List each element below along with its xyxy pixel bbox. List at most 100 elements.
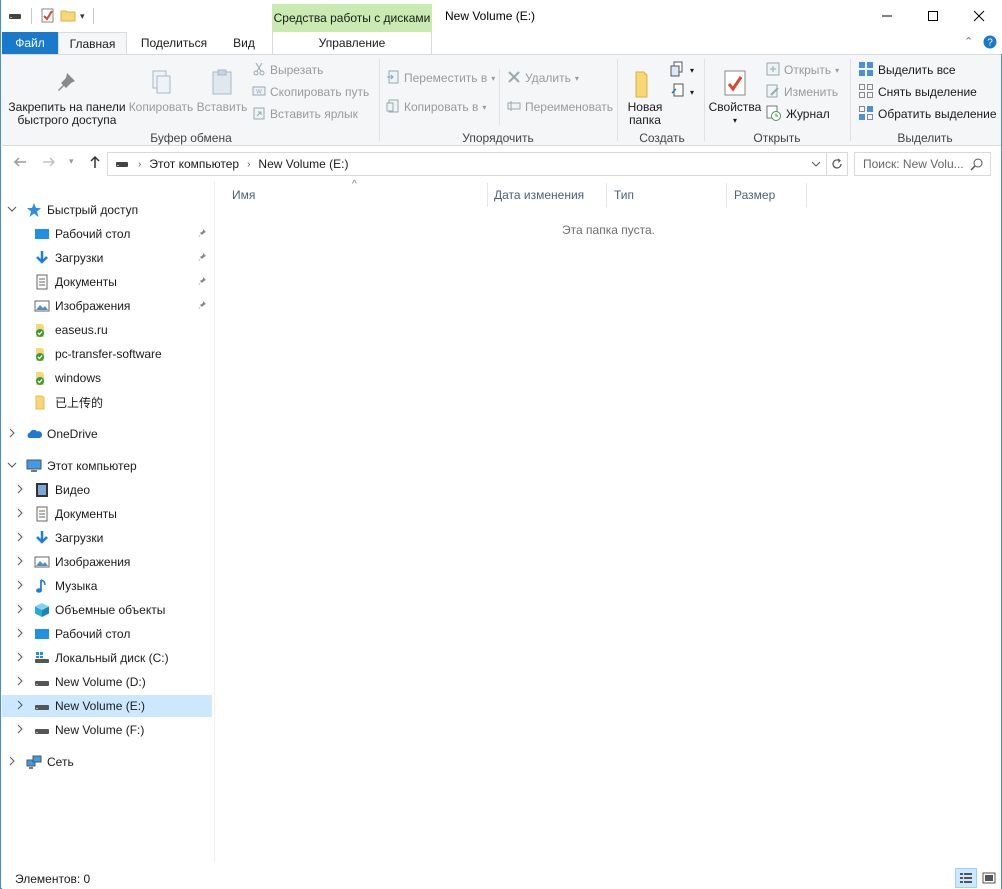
expand-chevron-icon[interactable] xyxy=(15,532,25,545)
tree-item-documents[interactable]: Документы xyxy=(2,271,212,293)
collapse-chevron-icon[interactable] xyxy=(7,460,17,473)
tree-item-windows[interactable]: windows xyxy=(2,367,212,389)
maximize-button[interactable] xyxy=(910,0,956,32)
tab-home[interactable]: Главная xyxy=(58,32,127,55)
search-input[interactable]: Поиск: New Volu... xyxy=(863,157,964,171)
expand-chevron-icon[interactable] xyxy=(15,700,25,713)
tab-view[interactable]: Вид xyxy=(223,32,265,54)
breadcrumb-chevron-icon[interactable]: › xyxy=(247,159,250,170)
tree-item-pictures-pc[interactable]: Изображения xyxy=(2,551,212,573)
copy-to-button[interactable]: Копировать в ▾ xyxy=(386,98,486,116)
expand-chevron-icon[interactable] xyxy=(7,428,17,441)
tree-item-drive-d[interactable]: New Volume (D:) xyxy=(2,671,212,693)
expand-chevron-icon[interactable] xyxy=(15,628,25,641)
cut-button[interactable]: Вырезать xyxy=(252,61,323,79)
tab-share[interactable]: Поделиться xyxy=(133,32,215,54)
minimize-button[interactable] xyxy=(864,0,910,32)
expand-chevron-icon[interactable] xyxy=(15,556,25,569)
breadcrumb-this-pc[interactable]: Этот компьютер xyxy=(149,157,239,171)
tree-item-drive-c[interactable]: Локальный диск (C:) xyxy=(2,647,212,669)
history-button[interactable]: Журнал xyxy=(766,105,830,123)
address-history-dropdown-icon[interactable] xyxy=(811,156,821,175)
tree-item-3d-objects[interactable]: Объемные объекты xyxy=(2,599,212,621)
close-button[interactable] xyxy=(956,0,1002,32)
address-bar[interactable]: › Этот компьютер › New Volume (E:) xyxy=(107,152,827,176)
tree-item-pc-transfer-software[interactable]: pc-transfer-software xyxy=(2,343,212,365)
forward-button[interactable] xyxy=(42,155,56,172)
tab-file[interactable]: Файл xyxy=(2,32,58,54)
column-separator[interactable] xyxy=(806,183,807,207)
delete-button[interactable]: Удалить ▾ xyxy=(507,69,579,87)
properties-icon[interactable] xyxy=(40,7,56,26)
back-button[interactable] xyxy=(13,155,27,172)
tab-manage[interactable]: Управление xyxy=(273,32,431,54)
column-separator[interactable] xyxy=(606,183,607,207)
tree-quick-access[interactable]: Быстрый доступ xyxy=(2,199,212,221)
column-separator[interactable] xyxy=(726,183,727,207)
expand-chevron-icon[interactable] xyxy=(7,756,17,769)
new-folder-button[interactable]: Новая папка xyxy=(622,65,668,127)
easy-access-button[interactable]: ▾ xyxy=(670,83,694,101)
expand-chevron-icon[interactable] xyxy=(15,604,25,617)
tree-item-desktop[interactable]: Рабочий стол xyxy=(2,223,212,245)
pin-icon[interactable] xyxy=(198,228,208,241)
select-all-button[interactable]: Выделить все xyxy=(858,61,956,79)
tree-network[interactable]: Сеть xyxy=(2,751,212,773)
customize-qat-icon[interactable]: ▾ xyxy=(80,11,85,22)
copy-button[interactable]: Копировать xyxy=(128,65,194,114)
search-box[interactable]: Поиск: New Volu... xyxy=(854,152,991,176)
recent-locations-icon[interactable]: ▾ xyxy=(69,156,74,167)
column-header-name[interactable]: Имя xyxy=(230,183,486,207)
expand-chevron-icon[interactable] xyxy=(15,652,25,665)
column-header-size[interactable]: Размер xyxy=(732,183,806,207)
help-icon[interactable]: ? xyxy=(983,35,997,52)
expand-chevron-icon[interactable] xyxy=(15,676,25,689)
open-button[interactable]: Открыть ▾ xyxy=(766,61,839,79)
tree-item-documents-pc[interactable]: Документы xyxy=(2,503,212,525)
column-header-date[interactable]: Дата изменения xyxy=(492,183,606,207)
collapse-chevron-icon[interactable] xyxy=(7,204,17,217)
pin-icon[interactable] xyxy=(198,252,208,265)
pin-icon[interactable] xyxy=(198,300,208,313)
invert-selection-button[interactable]: Обратить выделение xyxy=(858,105,997,123)
pin-quick-access-button[interactable]: Закрепить на панели быстрого доступа xyxy=(6,65,128,127)
breadcrumb-new-volume-e[interactable]: New Volume (E:) xyxy=(258,157,348,171)
column-header-type[interactable]: Тип xyxy=(612,183,726,207)
expand-chevron-icon[interactable] xyxy=(15,508,25,521)
edit-button[interactable]: Изменить xyxy=(766,83,838,101)
select-none-button[interactable]: Снять выделение xyxy=(858,83,977,101)
tree-item-drive-f[interactable]: New Volume (F:) xyxy=(2,719,212,741)
tree-item-easeus[interactable]: easeus.ru xyxy=(2,319,212,341)
paste-shortcut-button[interactable]: Вставить ярлык xyxy=(252,105,358,123)
rename-button[interactable]: Переименовать xyxy=(507,98,613,116)
up-button[interactable] xyxy=(88,155,102,172)
tree-item-uploaded[interactable]: 已上传的 xyxy=(2,391,212,413)
file-list[interactable]: ^ Имя Дата изменения Тип Размер Эта папк… xyxy=(216,179,1001,863)
details-view-button[interactable] xyxy=(955,868,977,888)
expand-chevron-icon[interactable] xyxy=(15,580,25,593)
new-item-button[interactable]: ▾ xyxy=(670,61,694,79)
column-separator[interactable] xyxy=(487,183,488,207)
new-folder-icon[interactable] xyxy=(60,7,76,26)
tree-this-pc[interactable]: Этот компьютер xyxy=(2,455,212,477)
move-to-button[interactable]: Переместить в ▾ xyxy=(386,69,495,87)
tree-item-downloads[interactable]: Загрузки xyxy=(2,247,212,269)
breadcrumb-chevron-icon[interactable]: › xyxy=(138,159,141,170)
tree-onedrive[interactable]: OneDrive xyxy=(2,423,212,445)
collapse-ribbon-icon[interactable]: ⌃ xyxy=(964,35,973,48)
refresh-button[interactable] xyxy=(826,152,848,176)
pin-icon[interactable] xyxy=(198,276,208,289)
tree-item-drive-e[interactable]: New Volume (E:) xyxy=(2,695,212,717)
copy-path-button[interactable]: W Скопировать путь xyxy=(252,83,369,101)
tree-item-music[interactable]: Музыка xyxy=(2,575,212,597)
tree-item-desktop-pc[interactable]: Рабочий стол xyxy=(2,623,212,645)
properties-button[interactable]: Свойства ▾ xyxy=(708,65,762,127)
expand-chevron-icon[interactable] xyxy=(15,484,25,497)
tree-item-pictures[interactable]: Изображения xyxy=(2,295,212,317)
search-icon[interactable] xyxy=(970,157,984,174)
expand-chevron-icon[interactable] xyxy=(15,724,25,737)
paste-button[interactable]: Вставить xyxy=(194,65,250,114)
tree-item-downloads-pc[interactable]: Загрузки xyxy=(2,527,212,549)
large-icons-view-button[interactable] xyxy=(978,868,1000,888)
drive-icon[interactable] xyxy=(7,7,23,26)
